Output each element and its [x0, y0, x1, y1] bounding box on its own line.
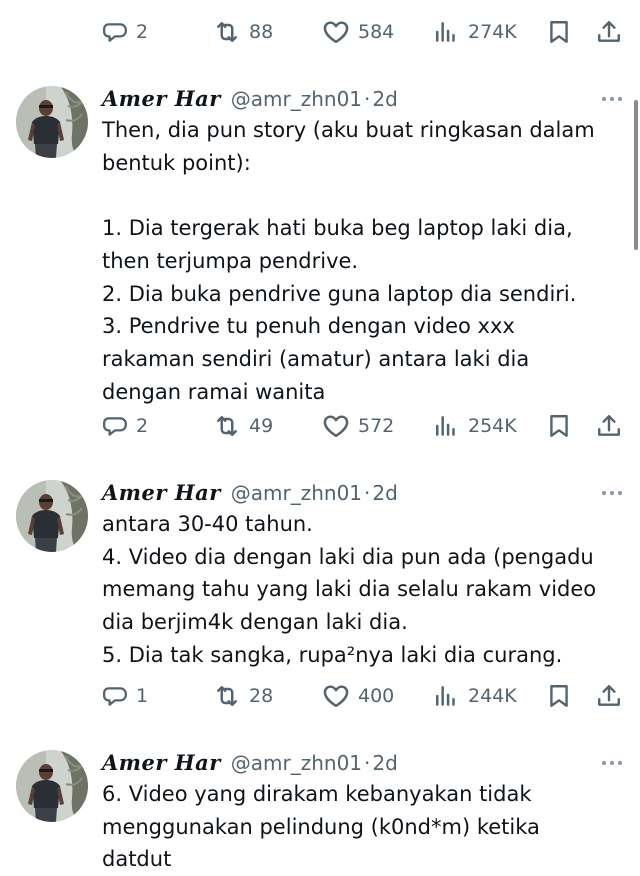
reply-icon — [102, 683, 128, 709]
top-tweet-actions: 2 88 584 274K — [0, 12, 640, 52]
views-button[interactable]: 244K — [434, 676, 517, 716]
tweet-text: 6. Video yang dirakam kebanyakan tidak m… — [102, 782, 540, 872]
repost-icon — [213, 18, 241, 46]
timestamp[interactable]: 2d — [372, 751, 397, 775]
tweet[interactable]: Amer Har @amr_zhn01 · 2d antara 30-40 ta… — [0, 480, 640, 716]
reply-count: 2 — [136, 21, 149, 43]
repost-button[interactable]: 28 — [213, 676, 273, 716]
more-icon — [600, 95, 624, 103]
views-button[interactable]: 254K — [434, 406, 517, 446]
separator: · — [364, 751, 371, 775]
reply-count: 2 — [136, 415, 149, 437]
more-icon — [600, 489, 624, 497]
tweet-text: antara 30-40 tahun. 4. Video dia dengan … — [102, 512, 597, 667]
timestamp[interactable]: 2d — [372, 481, 397, 505]
repost-count: 28 — [249, 685, 274, 707]
heart-icon — [322, 412, 350, 440]
tweet-actions: 1 28 400 244K — [0, 676, 640, 716]
views-icon — [434, 19, 460, 45]
author-handle[interactable]: @amr_zhn01 — [231, 87, 362, 111]
avatar[interactable] — [16, 86, 88, 158]
repost-icon — [213, 412, 241, 440]
reply-button[interactable]: 2 — [102, 12, 148, 52]
tweet-header: Amer Har @amr_zhn01 · 2d — [102, 480, 398, 510]
tweet[interactable]: Amer Har @amr_zhn01 · 2d Then, dia pun s… — [0, 86, 640, 446]
reply-button[interactable]: 1 — [102, 676, 148, 716]
avatar[interactable] — [16, 480, 88, 552]
share-icon — [596, 683, 622, 709]
views-icon — [434, 683, 460, 709]
bookmark-icon — [546, 19, 572, 45]
like-button[interactable]: 572 — [322, 406, 394, 446]
bookmark-icon — [546, 413, 572, 439]
bookmark-button[interactable] — [546, 12, 572, 52]
views-count: 254K — [468, 415, 517, 437]
tweet-text: Then, dia pun story (aku buat ringkasan … — [102, 118, 595, 404]
tweet-header: Amer Har @amr_zhn01 · 2d — [102, 750, 398, 780]
share-icon — [596, 19, 622, 45]
more-button[interactable] — [600, 482, 624, 501]
like-button[interactable]: 400 — [322, 676, 394, 716]
like-count: 584 — [358, 21, 395, 43]
author-name[interactable]: Amer Har — [102, 86, 221, 111]
tweet-header: Amer Har @amr_zhn01 · 2d — [102, 86, 398, 116]
repost-count: 49 — [249, 415, 274, 437]
reply-icon — [102, 19, 128, 45]
author-handle[interactable]: @amr_zhn01 — [231, 751, 362, 775]
reply-button[interactable]: 2 — [102, 406, 148, 446]
views-button[interactable]: 274K — [434, 12, 517, 52]
like-count: 572 — [358, 415, 395, 437]
tweet-actions: 2 49 572 254K — [0, 406, 640, 446]
separator: · — [364, 87, 371, 111]
repost-icon — [213, 682, 241, 710]
share-button[interactable] — [596, 12, 622, 52]
more-button[interactable] — [600, 752, 624, 771]
repost-button[interactable]: 88 — [213, 12, 273, 52]
repost-button[interactable]: 49 — [213, 406, 273, 446]
share-button[interactable] — [596, 676, 622, 716]
bookmark-button[interactable] — [546, 406, 572, 446]
share-icon — [596, 413, 622, 439]
like-button[interactable]: 584 — [322, 12, 394, 52]
reply-count: 1 — [136, 685, 149, 707]
bookmark-button[interactable] — [546, 676, 572, 716]
heart-icon — [322, 18, 350, 46]
views-count: 274K — [468, 21, 517, 43]
heart-icon — [322, 682, 350, 710]
author-name[interactable]: Amer Har — [102, 480, 221, 505]
more-button[interactable] — [600, 88, 624, 107]
repost-count: 88 — [249, 21, 274, 43]
more-icon — [600, 759, 624, 767]
share-button[interactable] — [596, 406, 622, 446]
author-name[interactable]: Amer Har — [102, 750, 221, 775]
views-icon — [434, 413, 460, 439]
views-count: 244K — [468, 685, 517, 707]
bookmark-icon — [546, 683, 572, 709]
avatar[interactable] — [16, 750, 88, 822]
author-handle[interactable]: @amr_zhn01 — [231, 481, 362, 505]
reply-icon — [102, 413, 128, 439]
tweet[interactable]: Amer Har @amr_zhn01 · 2d 6. Video yang d… — [0, 750, 640, 871]
timestamp[interactable]: 2d — [372, 87, 397, 111]
scrollbar[interactable] — [634, 100, 638, 250]
separator: · — [364, 481, 371, 505]
like-count: 400 — [358, 685, 395, 707]
